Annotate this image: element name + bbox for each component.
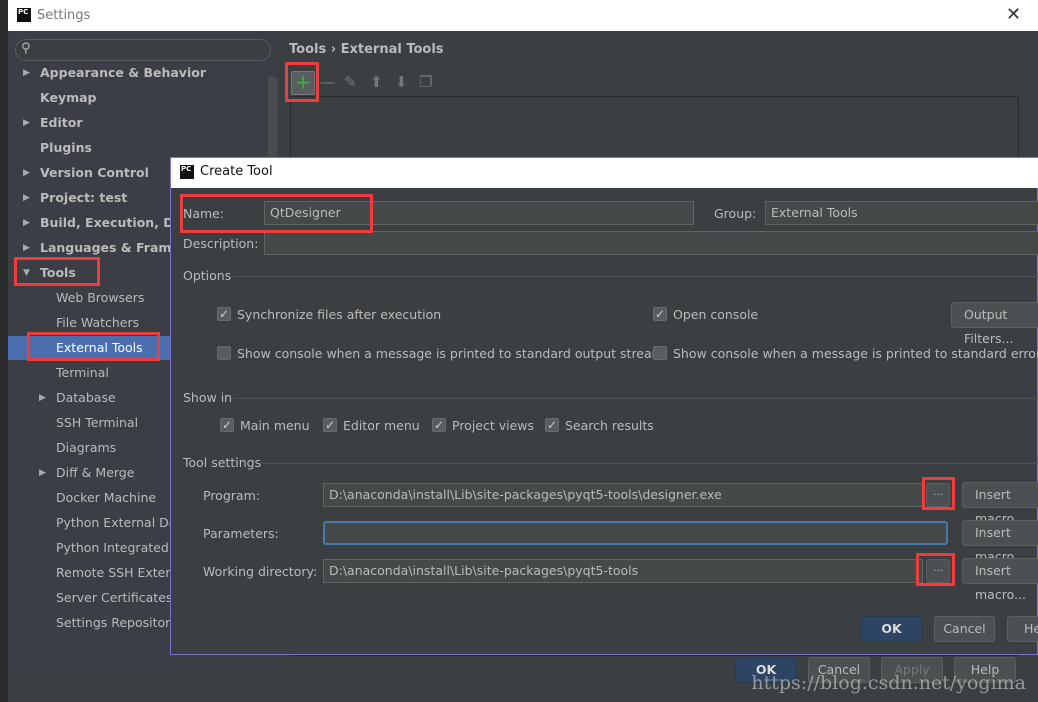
dialog-cancel-button[interactable]: Cancel <box>934 616 995 642</box>
group-label: Group: <box>714 206 757 221</box>
sidebar-item-label: Docker Machine <box>56 490 157 505</box>
sync-files-checkbox[interactable]: ✓ <box>217 307 231 321</box>
open-console-checkbox[interactable]: ✓ <box>653 307 667 321</box>
dialog-ok-button[interactable]: OK <box>861 616 922 642</box>
title-bar: PC Settings ✕ <box>8 0 1038 31</box>
sidebar-item-label: Python External Doc <box>56 515 184 530</box>
create-tool-dialog: PC Create Tool Name: QtDesigner Group: E… <box>170 157 1038 655</box>
move-up-icon[interactable]: ⬆ <box>370 73 383 91</box>
group-combo[interactable]: External Tools <box>765 201 1038 225</box>
highlight-box <box>285 62 319 102</box>
parameters-input[interactable] <box>323 521 948 545</box>
sidebar-item-label: Web Browsers <box>56 290 145 305</box>
highlight-box <box>922 477 955 510</box>
sidebar-item-label: Remote SSH Externa <box>56 565 186 580</box>
parameters-insert-macro-button[interactable]: Insert macro... <box>962 520 1038 564</box>
window-title: Settings <box>37 8 91 23</box>
highlight-box <box>27 332 160 361</box>
editor-menu-label: Editor menu <box>343 418 420 433</box>
sidebar-item-label: Settings Repository <box>56 615 178 630</box>
breadcrumb: Tools › External Tools <box>289 42 444 57</box>
watermark: https://blog.csdn.net/yogima <box>751 672 1026 694</box>
project-views-checkbox[interactable]: ✓ <box>432 418 446 432</box>
search-results-label: Search results <box>565 418 654 433</box>
sync-files-label: Synchronize files after execution <box>237 307 442 322</box>
main-menu-label: Main menu <box>240 418 310 433</box>
output-filters-button[interactable]: Output Filters... <box>951 302 1038 346</box>
sidebar-item-label: Version Control <box>40 165 149 180</box>
sidebar-item-label: Project: test <box>40 190 128 205</box>
pycharm-logo-icon: PC <box>180 165 194 179</box>
divider <box>233 276 1038 277</box>
working-directory-input[interactable]: D:\anaconda\install\Lib\site-packages\py… <box>323 559 923 583</box>
sidebar-item-label: SSH Terminal <box>56 415 139 430</box>
sidebar-item-label: Terminal <box>56 365 109 380</box>
tool-settings-section-label: Tool settings <box>183 455 262 470</box>
close-icon[interactable]: ✕ <box>1006 4 1021 25</box>
search-icon: ⚲ <box>21 41 31 56</box>
collapsed-arrow-icon[interactable]: ▶ <box>23 161 30 185</box>
sidebar-item[interactable]: ▶ Editor <box>8 111 270 135</box>
sidebar-item-label: Diagrams <box>56 440 117 455</box>
highlight-box <box>916 553 955 586</box>
stderr-console-checkbox[interactable] <box>653 346 667 360</box>
collapsed-arrow-icon[interactable]: ▶ <box>23 111 30 135</box>
working-directory-label: Working directory: <box>203 564 318 579</box>
collapsed-arrow-icon[interactable]: ▶ <box>23 61 30 85</box>
sidebar-item-label: Editor <box>40 115 83 130</box>
dialog-title-bar: PC Create Tool <box>171 158 1038 188</box>
remove-icon[interactable]: — <box>320 73 335 91</box>
sidebar-item-label: Appearance & Behavior <box>40 65 206 80</box>
divider <box>233 398 1038 399</box>
sidebar-item-label: Server Certificates <box>56 590 173 605</box>
options-section-label: Options <box>183 268 232 283</box>
workdir-insert-macro-button[interactable]: Insert macro... <box>962 558 1038 602</box>
editor-menu-checkbox[interactable]: ✓ <box>323 418 337 432</box>
dialog-title: Create Tool <box>200 164 273 179</box>
copy-icon[interactable]: ❐ <box>419 73 432 91</box>
sidebar-item-label: Plugins <box>40 140 92 155</box>
highlight-box <box>14 257 100 286</box>
stdout-console-label: Show console when a message is printed t… <box>237 346 664 361</box>
stdout-console-checkbox[interactable] <box>217 346 231 360</box>
collapsed-arrow-icon[interactable]: ▶ <box>39 386 46 410</box>
sidebar-item-label: Database <box>56 390 116 405</box>
sidebar-item-label: Diff & Merge <box>56 465 135 480</box>
dialog-help-button[interactable]: Help <box>1007 616 1038 642</box>
description-input[interactable] <box>264 231 1038 255</box>
sidebar-item-label: Python Integrated T <box>56 540 181 555</box>
sidebar-item-label: Build, Execution, Dep <box>40 215 192 230</box>
collapsed-arrow-icon[interactable]: ▶ <box>23 211 30 235</box>
collapsed-arrow-icon[interactable]: ▶ <box>39 461 46 485</box>
program-insert-macro-button[interactable]: Insert macro... <box>962 482 1038 526</box>
description-label: Description: <box>183 236 259 251</box>
edit-icon[interactable]: ✎ <box>344 73 357 91</box>
collapsed-arrow-icon[interactable]: ▶ <box>23 186 30 210</box>
sidebar-item-label: Keymap <box>40 90 97 105</box>
stderr-console-label: Show console when a message is printed t… <box>673 346 1038 361</box>
program-label: Program: <box>203 488 260 503</box>
move-down-icon[interactable]: ⬇ <box>395 73 408 91</box>
highlight-box <box>180 194 373 233</box>
show-in-section-label: Show in <box>183 390 233 405</box>
parameters-label: Parameters: <box>203 526 279 541</box>
project-views-label: Project views <box>452 418 535 433</box>
pycharm-logo-icon: PC <box>17 8 31 22</box>
sidebar-item[interactable]: Keymap <box>8 86 270 110</box>
main-menu-checkbox[interactable]: ✓ <box>220 418 234 432</box>
program-input[interactable]: D:\anaconda\install\Lib\site-packages\py… <box>323 483 923 507</box>
search-results-checkbox[interactable]: ✓ <box>545 418 559 432</box>
settings-search-input[interactable]: ⚲ <box>15 39 271 61</box>
open-console-label: Open console <box>673 307 759 322</box>
sidebar-item[interactable]: ▶ Appearance & Behavior <box>8 61 270 85</box>
divider <box>261 463 1038 464</box>
